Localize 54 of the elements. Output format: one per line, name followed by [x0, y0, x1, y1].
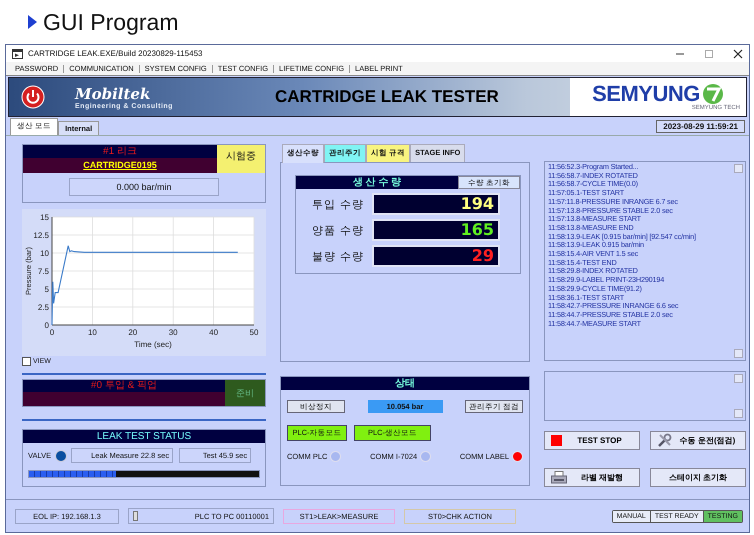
maximize-icon[interactable] — [704, 48, 714, 58]
scroll-up-button[interactable] — [734, 374, 743, 383]
y-tick-label: 2.5 — [38, 303, 49, 312]
window-title: CARTRIDGE LEAK.EXE/Build 20230829-115453 — [28, 49, 202, 58]
datetime-display: 2023-08-29 11:59:21 — [656, 120, 745, 133]
triangle-icon — [28, 15, 37, 29]
logo-icon — [702, 83, 724, 105]
test-stop-button[interactable]: TEST STOP — [544, 431, 640, 450]
x-tick-label: 0 — [50, 328, 54, 337]
counter-value: 165 — [460, 220, 494, 239]
leak-reading: 0.000 bar/min — [69, 178, 219, 196]
x-axis-label: Time (sec) — [134, 340, 172, 349]
power-icon[interactable] — [21, 85, 45, 109]
slider-handle[interactable] — [133, 511, 138, 521]
x-tick-label: 40 — [209, 328, 218, 337]
counter-value: 29 — [472, 246, 494, 265]
company-logo: Mobiltek — [75, 84, 152, 102]
y-tick-label: 12.5 — [33, 231, 49, 240]
y-tick-label: 15 — [40, 213, 49, 222]
app-icon — [12, 48, 23, 58]
y-tick-label: 7.5 — [38, 267, 49, 276]
scroll-down-button[interactable] — [734, 409, 743, 418]
x-tick-label: 20 — [128, 328, 138, 337]
action-button[interactable]: 스테이지 초기화 — [650, 468, 746, 487]
station-title: #0 투입 & 픽업 — [23, 380, 225, 392]
y-tick-label: 10 — [40, 249, 49, 258]
y-tick-label: 0 — [44, 321, 49, 330]
partner-logo: SEMYUNG — [592, 83, 700, 105]
production-title: 생 산 수 량 — [352, 176, 402, 189]
counter-label: 불량 수량 — [312, 250, 364, 264]
page-title: GUI Program — [43, 8, 178, 36]
printer-icon — [551, 471, 567, 484]
stop-icon — [551, 435, 562, 446]
counter-label: 투입 수량 — [312, 198, 364, 212]
x-tick-label: 10 — [88, 328, 97, 337]
station-title: #1 리크 — [23, 145, 217, 158]
action-button[interactable]: 수동 운전(점검) — [650, 431, 746, 450]
x-tick-label: 30 — [168, 328, 178, 337]
counter-label: 양품 수량 — [312, 224, 364, 238]
part-id: CARTRIDGE0195 — [23, 158, 217, 173]
state-indicator: 시험중 — [217, 145, 265, 173]
view-checkbox[interactable] — [22, 357, 31, 366]
scroll-down-button[interactable] — [734, 349, 743, 358]
tools-icon — [657, 433, 672, 448]
action-button[interactable]: 라벨 재발행 — [544, 468, 640, 487]
scroll-up-button[interactable] — [734, 164, 743, 173]
y-tick-label: 5 — [44, 285, 49, 294]
counter-value: 194 — [460, 194, 494, 213]
status-title: LEAK TEST STATUS — [23, 430, 265, 443]
state-title: 상태 — [281, 377, 529, 390]
close-icon[interactable] — [733, 48, 743, 58]
state-indicator: 준비 — [225, 380, 265, 406]
x-tick-label: 50 — [250, 328, 258, 337]
app-title: CARTRIDGE LEAK TESTER — [275, 87, 499, 107]
